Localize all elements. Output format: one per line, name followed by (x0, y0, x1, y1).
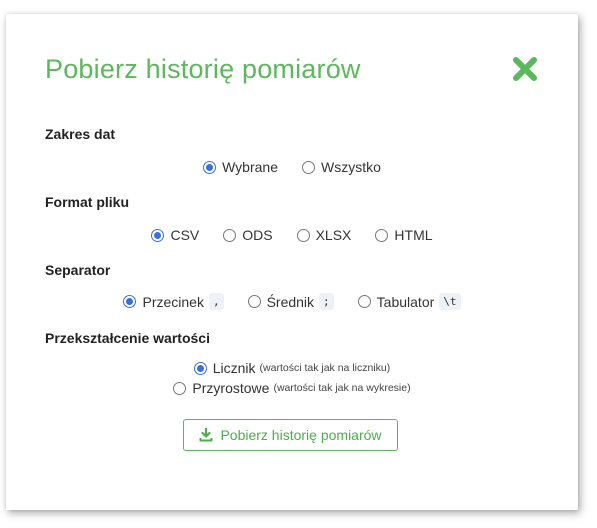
option-label: HTML (394, 227, 433, 243)
close-x-icon[interactable] (512, 56, 538, 82)
option-label: Wszystko (321, 159, 381, 175)
option-label: Wybrane (222, 159, 278, 175)
radio-button[interactable] (203, 160, 217, 174)
separator-option-semicolon[interactable]: Średnik ; (247, 293, 334, 310)
separator-label: Separator (45, 262, 111, 278)
radio-button[interactable] (375, 228, 389, 242)
separator-code: \t (439, 293, 461, 310)
file-format-option-ods[interactable]: ODS (223, 227, 273, 243)
radio-button[interactable] (123, 295, 137, 308)
option-label: ODS (242, 227, 273, 243)
transform-label: Przekształcenie wartości (45, 330, 210, 346)
option-label: Średnik (266, 293, 315, 310)
radio-button[interactable] (193, 361, 207, 375)
file-format-label: Format pliku (45, 194, 130, 210)
option-label: Przyrostowe (192, 380, 270, 396)
option-label: Przecinek (142, 293, 204, 310)
file-format-options: CSV ODS XLSX HTML (6, 227, 578, 243)
transform-options: Licznik (wartości tak jak na liczniku) P… (6, 360, 578, 400)
download-button-label: Pobierz historię pomiarów (220, 427, 382, 443)
radio-button[interactable] (173, 381, 187, 395)
separator-option-comma[interactable]: Przecinek , (123, 293, 224, 310)
dialog-title: Pobierz historię pomiarów (45, 54, 361, 84)
separator-options: Przecinek , Średnik ; Tabulator \t (6, 293, 578, 310)
radio-button[interactable] (223, 228, 237, 242)
option-label: Licznik (212, 360, 256, 376)
date-range-option-selected[interactable]: Wybrane (203, 159, 278, 175)
option-hint: (wartości tak jak na wykresie) (273, 382, 411, 394)
separator-code: , (208, 293, 224, 310)
download-history-dialog: Pobierz historię pomiarów Zakres dat Wyb… (6, 14, 578, 510)
separator-option-tab[interactable]: Tabulator \t (357, 293, 461, 310)
download-history-button[interactable]: Pobierz historię pomiarów (183, 419, 398, 451)
radio-button[interactable] (247, 295, 261, 308)
date-range-option-all[interactable]: Wszystko (302, 159, 381, 175)
radio-button[interactable] (357, 295, 371, 308)
file-format-option-xlsx[interactable]: XLSX (296, 227, 352, 243)
transform-option-counter[interactable]: Licznik (wartości tak jak na liczniku) (193, 360, 391, 376)
option-label: Tabulator (376, 293, 435, 310)
file-format-option-csv[interactable]: CSV (151, 227, 199, 243)
date-range-options: Wybrane Wszystko (6, 159, 578, 175)
transform-option-incremental[interactable]: Przyrostowe (wartości tak jak na wykresi… (173, 380, 411, 396)
date-range-label: Zakres dat (45, 126, 116, 142)
download-icon (199, 428, 213, 442)
radio-button[interactable] (151, 228, 165, 242)
separator-code: ; (319, 293, 334, 310)
radio-button[interactable] (296, 228, 310, 242)
radio-button[interactable] (302, 160, 315, 174)
option-label: CSV (170, 227, 200, 243)
option-hint: (wartości tak jak na liczniku) (259, 362, 391, 374)
file-format-option-html[interactable]: HTML (375, 227, 433, 243)
option-label: XLSX (315, 227, 352, 243)
